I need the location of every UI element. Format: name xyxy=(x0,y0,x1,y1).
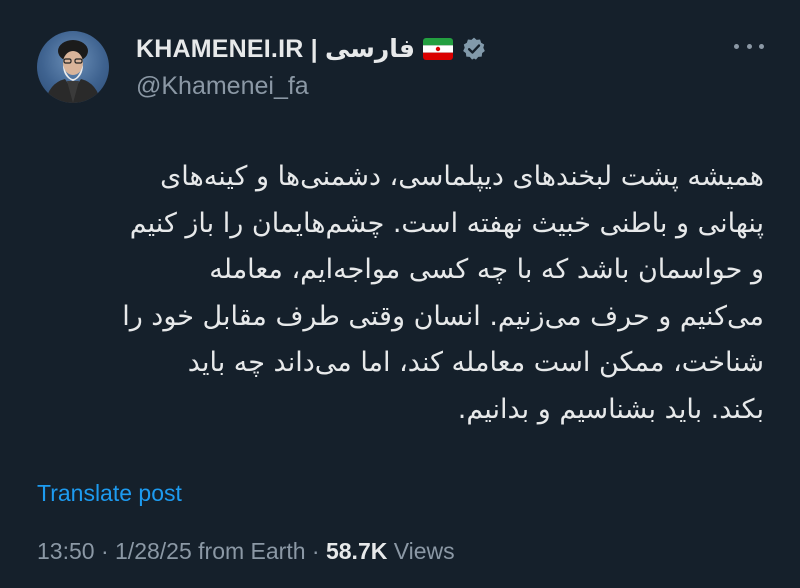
profile-photo xyxy=(45,40,101,103)
dot xyxy=(734,43,739,49)
tweet-meta: 13:50 · 1/28/25 from Earth · 58.7K Views xyxy=(37,538,455,565)
tweet-line: بکند. باید بشناسیم و بدانیم. xyxy=(457,393,764,425)
dot xyxy=(746,43,752,49)
verified-badge-icon xyxy=(461,36,487,62)
tweet-line: پنهانی و باطنی خبیث نهفته است. چشم‌هایما… xyxy=(129,207,764,239)
meta-separator: · xyxy=(100,538,109,564)
views-count[interactable]: 58.7K xyxy=(326,538,387,564)
iran-flag-icon xyxy=(423,38,454,60)
author-name[interactable]: KHAMENEI.IR | فارسی xyxy=(136,34,415,64)
tweet-text: همیشه پشت لبخندهای دیپلماسی، دشمنی‌ها و … xyxy=(36,154,764,433)
dot xyxy=(759,43,764,49)
views-label: Views xyxy=(393,538,455,564)
tweet-line: و حواسمان باشد که با چه کسی مواجه‌ایم، م… xyxy=(209,254,764,285)
avatar[interactable] xyxy=(37,31,109,103)
author-header: KHAMENEI.IR | فارسی xyxy=(136,34,487,64)
tweet-time[interactable]: 13:50 xyxy=(37,538,95,564)
tweet-line: شناخت، ممکن است معامله کند، اما می‌داند … xyxy=(187,347,764,378)
tweet-date-source[interactable]: 1/28/25 from Earth xyxy=(115,538,306,564)
tweet-line: همیشه پشت لبخندهای دیپلماسی، دشمنی‌ها و … xyxy=(160,161,764,192)
more-options-icon[interactable] xyxy=(734,36,764,56)
tweet-line: می‌کنیم و حرف می‌زنیم. انسان وقتی طرف مق… xyxy=(122,300,764,332)
author-handle[interactable]: @Khamenei_fa xyxy=(136,72,309,101)
meta-separator: · xyxy=(311,538,320,564)
translate-post-link[interactable]: Translate post xyxy=(37,480,182,507)
tweet-card: KHAMENEI.IR | فارسی @Khamenei_fa همیشه پ… xyxy=(0,0,800,588)
